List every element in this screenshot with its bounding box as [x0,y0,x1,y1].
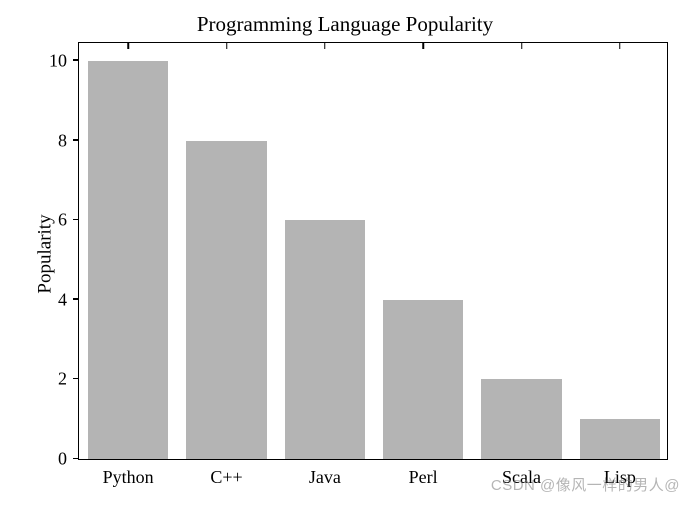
y-tick-mark [73,458,79,460]
bar [285,220,366,459]
bar [383,300,464,459]
bar [481,379,562,459]
x-tick-mark [226,43,228,49]
chart-title: Programming Language Popularity [0,12,690,37]
plot-area: 0246810 PythonC++JavaPerlScalaLisp [78,42,668,460]
y-tick-mark [73,298,79,300]
y-tick-label: 2 [39,369,79,390]
x-tick-mark [619,43,621,49]
x-tick-label: C++ [210,459,242,488]
y-tick-mark [73,139,79,141]
bar-chart: Programming Language Popularity Populari… [0,0,690,507]
y-tick-label: 4 [39,289,79,310]
x-tick-label: Perl [409,459,438,488]
y-tick-mark [73,219,79,221]
bars-container [79,43,667,459]
x-tick-label: Java [309,459,341,488]
x-tick-mark [324,43,326,49]
y-tick-label: 6 [39,210,79,231]
y-tick-label: 10 [39,50,79,71]
x-tick-label: Python [103,459,154,488]
y-tick-mark [73,59,79,61]
y-tick-mark [73,378,79,380]
bar [88,61,169,459]
x-tick-mark [521,43,523,49]
bar [580,419,661,459]
watermark-text: CSDN @像风一样的男人@ [491,474,680,495]
y-tick-label: 8 [39,130,79,151]
x-tick-mark [127,43,129,49]
y-tick-label: 0 [39,449,79,470]
bar [186,141,267,459]
x-tick-mark [422,43,424,49]
